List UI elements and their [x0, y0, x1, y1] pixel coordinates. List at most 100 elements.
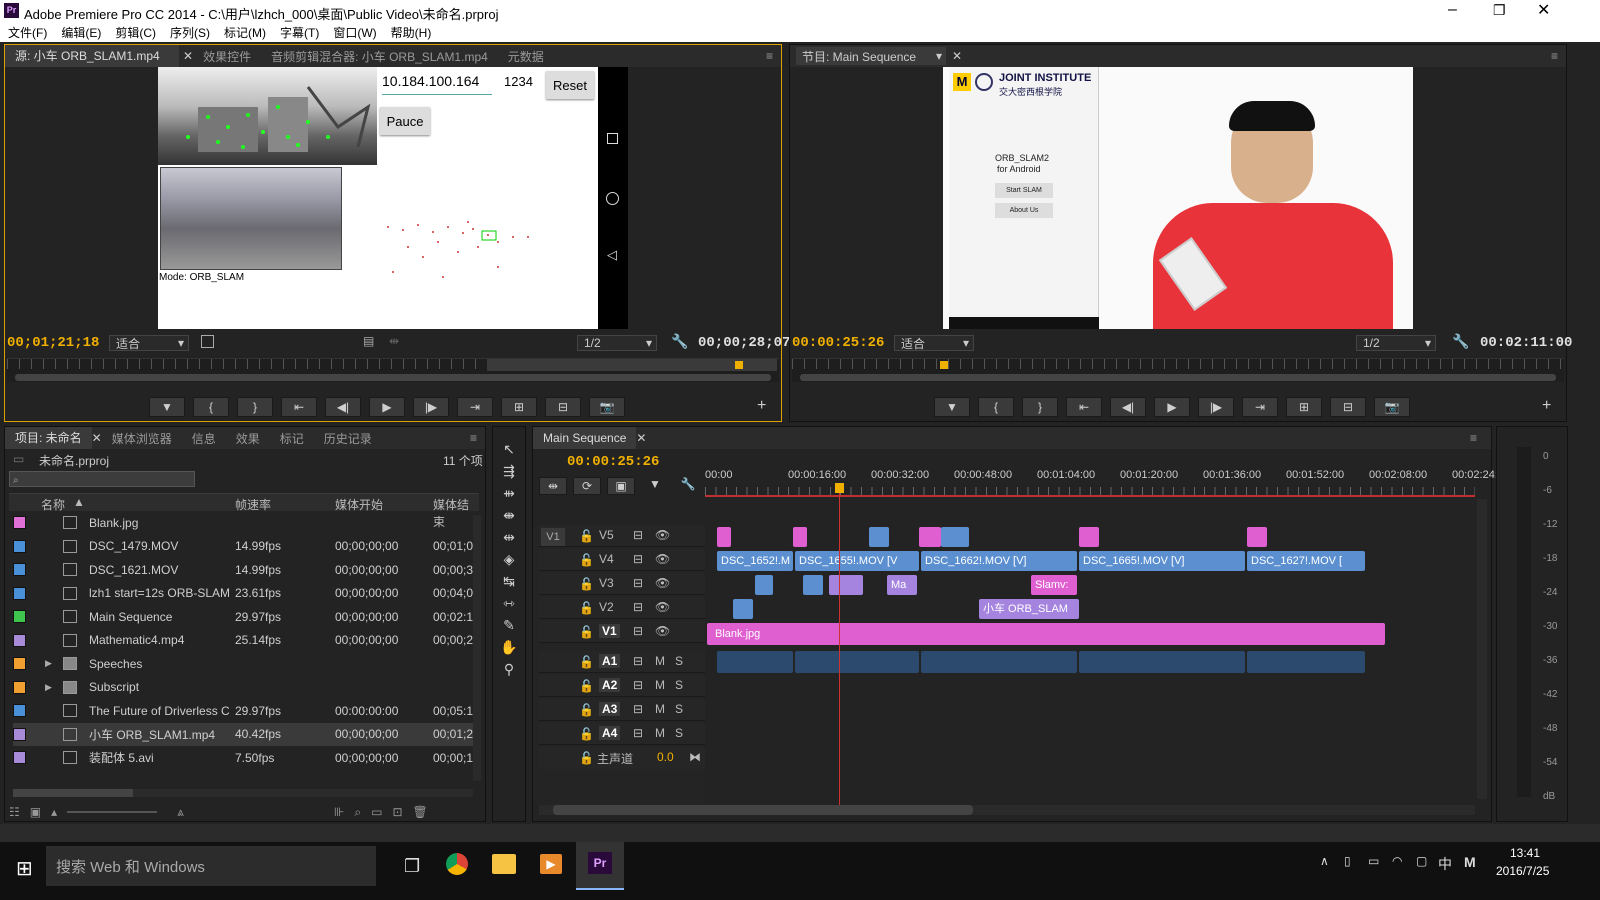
program-time-ruler[interactable] — [792, 358, 1564, 382]
ip-field[interactable]: 10.184.100.164 — [382, 73, 492, 95]
go-to-in-button[interactable]: ⇤ — [1066, 397, 1102, 417]
menu-title[interactable]: 字幕(T) — [280, 24, 319, 41]
mark-out-button[interactable]: } — [237, 397, 273, 417]
solo-button[interactable]: S — [675, 678, 683, 692]
step-back-button[interactable]: ◀| — [325, 397, 361, 417]
project-list-item[interactable]: Mathematic4.mp4 25.14fps 00;00;00;00 00;00;… — [13, 629, 473, 652]
solo-button[interactable]: S — [675, 702, 683, 716]
reset-button[interactable]: Reset — [546, 71, 594, 99]
overwrite-button[interactable]: ⊟ — [545, 397, 581, 417]
slide-tool-icon[interactable]: ⇿ — [503, 595, 515, 612]
v5-clip[interactable] — [1079, 527, 1099, 547]
add-marker-timeline-button[interactable]: ▣ — [607, 477, 635, 495]
icon-view-icon[interactable]: ▣ — [30, 805, 41, 819]
v4-clip-4[interactable]: DSC_1665!.MOV [V] — [1079, 551, 1245, 571]
v4-clip-1[interactable]: DSC_1652!.M — [717, 551, 793, 571]
go-to-end-icon[interactable]: ⧓ — [689, 750, 701, 764]
wrench-icon[interactable]: 🔧 — [1452, 333, 1469, 350]
project-list-item[interactable]: ▶ Subscript — [13, 676, 473, 699]
menu-file[interactable]: 文件(F) — [8, 24, 47, 41]
label-color-swatch[interactable] — [13, 610, 26, 623]
a1-clip[interactable] — [717, 651, 793, 673]
clock-time[interactable]: 13:41 — [1510, 846, 1540, 860]
trash-icon[interactable]: 🗑 — [413, 805, 428, 819]
tab-metadata[interactable]: 元数据 — [498, 48, 554, 65]
sync-icon[interactable]: ⊟ — [633, 552, 643, 566]
tab-history[interactable]: 历史记录 — [314, 430, 382, 447]
project-list-item[interactable]: Blank.jpg — [13, 511, 473, 534]
eye-icon[interactable]: 👁 — [655, 576, 670, 590]
lock-icon[interactable]: 🔓 — [579, 703, 594, 717]
ime-mode-icon[interactable]: M — [1464, 854, 1476, 870]
battery-icon[interactable]: ▭ — [1368, 854, 1379, 868]
pause-button[interactable]: Pauce — [380, 107, 430, 135]
go-to-in-button[interactable]: ⇤ — [281, 397, 317, 417]
zoom-tool-icon[interactable]: ⚲ — [504, 661, 514, 678]
track-name[interactable]: V1 — [599, 624, 620, 638]
premiere-taskbar-icon[interactable]: Pr — [576, 842, 624, 890]
lock-icon[interactable]: 🔓 — [579, 601, 594, 615]
mark-out-button[interactable]: } — [1022, 397, 1058, 417]
eye-icon[interactable]: 👁 — [655, 600, 670, 614]
sync-icon[interactable]: ⊟ — [633, 624, 643, 638]
project-scrollbar[interactable] — [473, 515, 481, 781]
taskbar-search-box[interactable]: 搜索 Web 和 Windows — [46, 846, 376, 886]
panel-menu-icon[interactable]: ≡ — [470, 431, 477, 445]
panel-menu-icon[interactable]: ≡ — [1470, 431, 1477, 445]
track-name[interactable]: A1 — [599, 654, 621, 668]
selection-tool-icon[interactable]: ↖ — [503, 441, 515, 458]
export-frame-button[interactable]: 📷 — [589, 397, 625, 417]
chrome-icon[interactable] — [446, 853, 468, 875]
pen-tool-icon[interactable]: ✎ — [503, 617, 515, 634]
v2-clip-orbslam[interactable]: 小车 ORB_SLAM — [979, 599, 1079, 619]
v5-clip[interactable] — [1247, 527, 1267, 547]
recents-icon[interactable] — [607, 133, 618, 144]
lock-icon[interactable]: 🔓 — [579, 553, 594, 567]
menu-window[interactable]: 窗口(W) — [333, 24, 376, 41]
menu-sequence[interactable]: 序列(S) — [170, 24, 210, 41]
add-marker-button[interactable]: ▼ — [149, 397, 185, 417]
a1-clip[interactable] — [921, 651, 1077, 673]
video-track-header[interactable]: 🔓 V1 ⊟ 👁 — [539, 621, 705, 643]
source-current-timecode[interactable]: 00;01;21;18 — [7, 335, 99, 351]
master-track-header[interactable]: 🔓 主声道 0.0 ⧓ — [539, 747, 705, 769]
sync-icon[interactable]: ⊟ — [633, 678, 643, 692]
maximize-button[interactable]: ❐ — [1493, 2, 1506, 19]
tab-project[interactable]: 项目: 未命名 — [5, 427, 92, 449]
program-playhead[interactable] — [940, 361, 948, 369]
menu-clip[interactable]: 剪辑(C) — [115, 24, 156, 41]
slip-tool-icon[interactable]: ↹ — [503, 573, 515, 590]
marker-icon[interactable]: ▼ — [649, 477, 661, 495]
rolling-edit-tool-icon[interactable]: ⇼ — [503, 507, 515, 524]
track-name[interactable]: V3 — [599, 576, 614, 590]
tab-main-sequence[interactable]: Main Sequence — [533, 427, 637, 449]
label-color-swatch[interactable] — [13, 727, 26, 741]
filmstrip-icon[interactable]: ▤ — [363, 334, 374, 348]
add-button[interactable]: + — [757, 397, 766, 415]
close-icon[interactable]: ✕ — [636, 431, 646, 445]
windows-start-icon[interactable]: ⊞ — [16, 856, 33, 881]
master-volume-value[interactable]: 0.0 — [657, 750, 674, 764]
v3-clip[interactable] — [755, 575, 773, 595]
v3-clip-slamv[interactable]: Slamv: — [1031, 575, 1077, 595]
go-to-out-button[interactable]: ⇥ — [457, 397, 493, 417]
go-to-out-button[interactable]: ⇥ — [1242, 397, 1278, 417]
label-color-swatch[interactable] — [13, 704, 26, 717]
start-slam-button[interactable]: Start SLAM — [995, 183, 1053, 198]
project-search-input[interactable]: ⌕ — [9, 471, 195, 487]
menu-help[interactable]: 帮助(H) — [391, 24, 432, 41]
a1-clip[interactable] — [1247, 651, 1365, 673]
eye-icon[interactable]: 👁 — [655, 624, 670, 638]
rate-stretch-tool-icon[interactable]: ⇹ — [503, 529, 515, 546]
timeline-scrollbar[interactable] — [539, 805, 1475, 815]
label-color-swatch[interactable] — [13, 586, 26, 600]
video-track-header[interactable]: 🔓 V3 ⊟ 👁 — [539, 573, 705, 595]
zoom-slider[interactable] — [67, 811, 158, 813]
source-fit-select[interactable]: 适合 ▾ — [109, 335, 189, 351]
list-view-icon[interactable]: ☷ — [9, 805, 20, 819]
linked-selection-button[interactable]: ⟳ — [573, 477, 601, 495]
tab-media-browser[interactable]: 媒体浏览器 — [102, 430, 182, 447]
chevron-up-icon[interactable]: ∧ — [1320, 854, 1329, 868]
audio-track-header[interactable]: 🔓 A4 ⊟ M S — [539, 723, 705, 745]
lock-icon[interactable]: 🔓 — [579, 655, 594, 669]
